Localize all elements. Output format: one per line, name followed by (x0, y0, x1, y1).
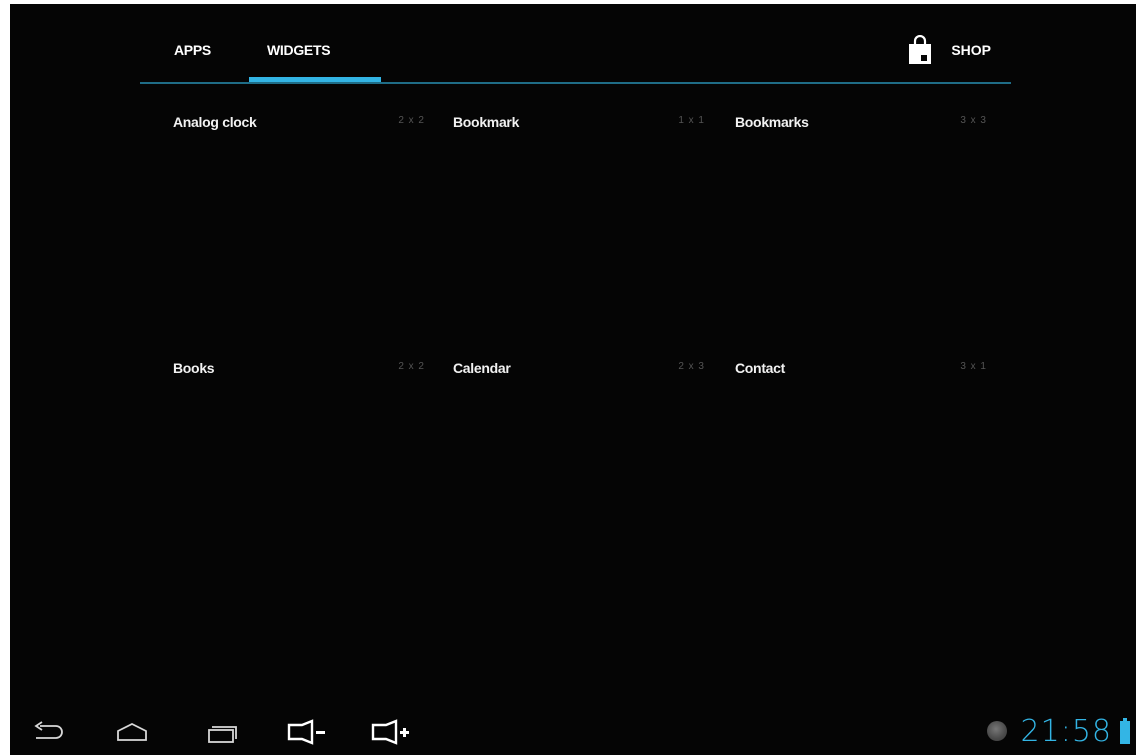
clock: 21:58 (1020, 713, 1112, 749)
widget-size: 2 x 2 (398, 115, 425, 126)
widget-size: 3 x 3 (960, 115, 987, 126)
battery-icon (1120, 718, 1130, 744)
shop-button[interactable]: SHOP (907, 34, 991, 66)
recent-apps-icon (208, 726, 237, 743)
home-button[interactable] (110, 715, 154, 749)
widget-books[interactable]: Books 2 x 2 (173, 360, 425, 390)
back-button[interactable] (26, 715, 70, 749)
widget-name: Books (173, 360, 215, 376)
volume-down-icon (287, 719, 325, 745)
widget-name: Bookmark (453, 114, 520, 130)
widget-size: 2 x 2 (398, 361, 425, 372)
widget-name: Analog clock (173, 114, 257, 130)
volume-down-button[interactable] (282, 715, 338, 749)
widget-name: Contact (735, 360, 786, 376)
back-icon (34, 721, 63, 739)
tab-widgets[interactable]: WIDGETS (267, 42, 331, 58)
recent-apps-button[interactable] (200, 715, 244, 749)
widget-name: Calendar (453, 360, 511, 376)
tab-apps[interactable]: APPS (174, 42, 211, 58)
shop-label: SHOP (951, 42, 991, 58)
widget-size: 2 x 3 (678, 361, 705, 372)
widget-size: 1 x 1 (678, 115, 705, 126)
widget-contact[interactable]: Contact 3 x 1 (735, 360, 987, 390)
widget-calendar[interactable]: Calendar 2 x 3 (453, 360, 705, 390)
screen: APPS WIDGETS SHOP Analog clock 2 x 2 Boo… (10, 4, 1136, 755)
tab-bar-divider (140, 82, 1011, 84)
android-notification-icon (986, 721, 1007, 741)
widget-name: Bookmarks (735, 114, 809, 130)
widget-bookmarks[interactable]: Bookmarks 3 x 3 (735, 114, 987, 144)
widget-size: 3 x 1 (960, 361, 987, 372)
home-icon (117, 722, 147, 741)
widget-analog-clock[interactable]: Analog clock 2 x 2 (173, 114, 425, 144)
shopping-bag-icon (909, 35, 932, 64)
volume-up-icon (371, 719, 409, 745)
system-bar: 21:58 (10, 707, 1136, 755)
widget-bookmark[interactable]: Bookmark 1 x 1 (453, 114, 705, 144)
tab-bar: APPS WIDGETS SHOP (140, 4, 1011, 84)
status-area[interactable]: 21:58 (986, 707, 1136, 755)
volume-up-button[interactable] (366, 715, 422, 749)
